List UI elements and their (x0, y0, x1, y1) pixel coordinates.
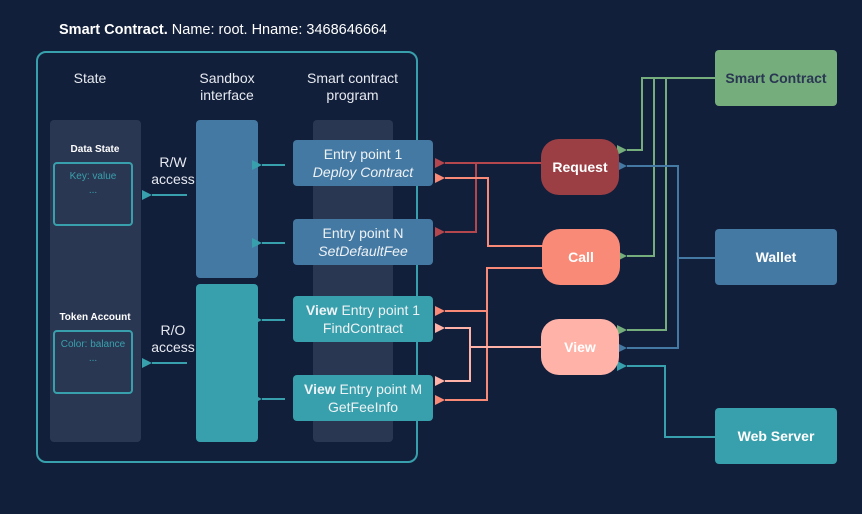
wallet-line-view (617, 258, 679, 353)
source-wallet[interactable]: Wallet (715, 229, 837, 285)
source-web-server-label: Web Server (737, 428, 815, 444)
view-line-viewm (435, 347, 471, 386)
view-node[interactable]: View (541, 319, 619, 375)
request-line-epn (435, 163, 477, 237)
source-wallet-label: Wallet (755, 249, 797, 265)
source-smart-contract[interactable]: Smart Contract (715, 50, 837, 106)
source-smart-contract-label: Smart Contract (725, 70, 827, 86)
call-line-viewm (435, 311, 488, 405)
wallet-line-request (617, 161, 679, 258)
call-node[interactable]: Call (542, 229, 620, 285)
view-line-view1 (435, 323, 471, 347)
request-label: Request (552, 159, 608, 175)
view-label: View (564, 339, 596, 355)
call-line-ep1 (435, 173, 543, 247)
webserver-line-view (617, 361, 716, 438)
request-node[interactable]: Request (541, 139, 619, 195)
call-line-view1 (435, 267, 543, 316)
call-label: Call (568, 249, 594, 265)
sc-line-view (617, 78, 667, 335)
sc-line-request (617, 77, 716, 155)
source-web-server[interactable]: Web Server (715, 408, 837, 464)
